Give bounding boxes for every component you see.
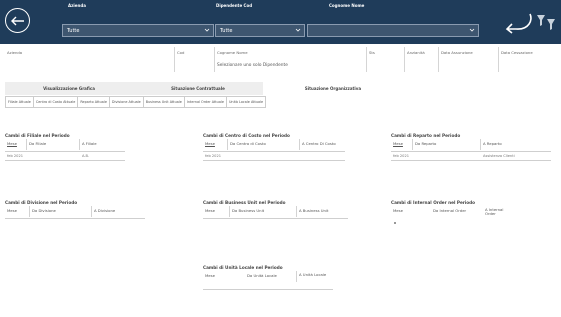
azienda-filter-dropdown[interactable]: Tutte	[62, 24, 214, 37]
info-azienda-cell: Azienda	[5, 47, 175, 72]
col-header-mese[interactable]: Mese	[203, 206, 230, 217]
col-header-mese[interactable]: Mese	[203, 139, 228, 150]
back-button[interactable]	[5, 8, 30, 33]
info-cod-label: Cod	[177, 50, 185, 55]
row-divider	[5, 160, 125, 161]
info-data-cessazione-cell: Data Cessazione	[499, 47, 559, 72]
employee-info-row: Azienda Cod Cognome Nome Selezionare uno…	[5, 47, 559, 72]
top-filter-bar: Azienda Tutte Dipendente Cod Tutte Cogno…	[0, 0, 561, 44]
row-divider	[203, 160, 345, 161]
select-employee-message: Selezionare uno solo Dipendente	[217, 63, 288, 68]
panel-title: Cambi di Internal Order nel Periodo	[391, 200, 476, 205]
back-arrow-icon	[10, 16, 24, 25]
col-header-mese[interactable]: Mese	[5, 139, 27, 150]
col-header-da[interactable]: Da Divisione	[30, 206, 92, 217]
tab-situazione-contrattuale[interactable]: Situazione Contrattuale	[133, 82, 263, 95]
panel-title: Cambi di Centro di Costo nel Periodo	[203, 133, 290, 138]
table-row-mese: feb 2021	[7, 154, 24, 158]
row-divider	[391, 160, 551, 161]
panel-title: Cambi di Reparto nel Periodo	[391, 133, 461, 138]
col-header-da[interactable]: Da Unità Locale	[245, 271, 297, 282]
panel-cambi-reparto: Cambi di Reparto nel Periodo Mese Da Rep…	[391, 133, 551, 173]
info-cod-cell: Cod	[175, 47, 215, 72]
info-data-assunzione-label: Data Assunzione	[441, 50, 473, 55]
col-header-mese[interactable]: Mese	[391, 139, 413, 150]
panel-cambi-unita-locale: Cambi di Unità Locale nel Periodo Mese D…	[203, 265, 333, 295]
table-row-a: Assistenza Clienti	[483, 154, 515, 158]
sort-indicator	[394, 222, 396, 224]
table-row-a: A.B.	[82, 154, 90, 158]
col-header-a[interactable]: A Reparto	[481, 139, 551, 150]
col-header-a[interactable]: A Business Unit	[297, 206, 348, 217]
col-header-a[interactable]: A Internal Order	[483, 206, 509, 224]
tab-situazione-organizzativa[interactable]: Situazione Organizzativa	[263, 82, 403, 95]
cognome-nome-filter-label: Cognome Nome	[329, 3, 365, 8]
subtab-unita-locale-attuale[interactable]: Unità Locale Attuale	[225, 96, 267, 108]
col-header-da[interactable]: Da Reparto	[413, 139, 481, 150]
info-cognome-nome-cell: Cognome Nome Selezionare uno solo Dipend…	[215, 47, 367, 72]
panel-cambi-centro-di-costo: Cambi di Centro di Costo nel Periodo Mes…	[203, 133, 345, 173]
col-header-a[interactable]: A Divisione	[92, 206, 145, 217]
header-divider	[391, 151, 551, 152]
col-header-a[interactable]: A Filiale	[80, 139, 125, 150]
header-divider	[203, 151, 345, 152]
col-header-da[interactable]: Da Business Unit	[230, 206, 297, 217]
panel-cambi-filiale: Cambi di Filiale nel Periodo Mese Da Fil…	[5, 133, 125, 173]
col-header-da[interactable]: Da Filiale	[27, 139, 80, 150]
panel-title: Cambi di Business Unit nel Periodo	[203, 200, 286, 205]
col-header-a[interactable]: A Centro Di Costo	[300, 139, 345, 150]
panel-title: Cambi di Filiale nel Periodo	[5, 133, 70, 138]
dipendente-cod-filter-label: Dipendente Cod	[216, 3, 253, 8]
chevron-down-icon	[204, 28, 210, 32]
panel-cambi-divisione: Cambi di Divisione nel Periodo Mese Da D…	[5, 200, 145, 230]
info-cognome-nome-label: Cognome Nome	[217, 50, 248, 55]
clear-filters-icon[interactable]	[536, 13, 556, 31]
panel-cambi-internal-order: Cambi di Internal Order nel Periodo Mese…	[391, 200, 521, 234]
chevron-down-icon	[469, 28, 475, 32]
header-divider	[203, 289, 333, 290]
header-divider	[203, 218, 348, 219]
col-header-a[interactable]: A Unità Locale	[297, 271, 333, 289]
info-anzianita-label: Anzianità	[407, 50, 425, 55]
sub-tabs: Filiale Attuale Centro di Costo Attuale …	[5, 96, 267, 108]
subtab-filiale-attuale[interactable]: Filiale Attuale	[5, 96, 34, 108]
table-row-mese: feb 2021	[393, 154, 410, 158]
subtab-divisione-attuale[interactable]: Divisione Attuale	[108, 96, 144, 108]
subtab-centro-di-costo-attuale[interactable]: Centro di Costo Attuale	[32, 96, 79, 108]
azienda-filter-value: Tutte	[67, 28, 80, 34]
info-data-cessazione-label: Data Cessazione	[501, 50, 533, 55]
subtab-reparto-attuale[interactable]: Reparto Attuale	[77, 96, 110, 108]
tab-visualizzazione-grafica[interactable]: Visualizzazione Grafica	[5, 82, 133, 95]
info-data-assunzione-cell: Data Assunzione	[439, 47, 499, 72]
subtab-internal-order-attuale[interactable]: Internal Order Attuale	[183, 96, 227, 108]
info-azienda-label: Azienda	[7, 50, 23, 55]
info-sts-label: Sts	[369, 50, 375, 55]
info-sts-cell: Sts	[367, 47, 405, 72]
col-header-da[interactable]: Da Centro di Costo	[228, 139, 300, 150]
dipendente-cod-filter-dropdown[interactable]: Tutte	[215, 24, 305, 37]
subtab-business-unit-attuale[interactable]: Business Unit Attuale	[142, 96, 185, 108]
panel-title: Cambi di Unità Locale nel Periodo	[203, 265, 283, 270]
table-row-mese: feb 2021	[205, 154, 222, 158]
col-header-mese[interactable]: Mese	[5, 206, 30, 217]
header-divider	[5, 218, 145, 219]
header-divider	[5, 151, 125, 152]
info-anzianita-cell: Anzianità	[405, 47, 439, 72]
azienda-filter-label: Azienda	[68, 3, 86, 8]
cognome-nome-filter-dropdown[interactable]	[307, 24, 479, 37]
return-arrow-icon[interactable]	[504, 10, 534, 34]
col-header-mese[interactable]: Mese	[391, 206, 431, 217]
dipendente-cod-filter-value: Tutte	[220, 28, 233, 34]
panel-title: Cambi di Divisione nel Periodo	[5, 200, 78, 205]
col-header-mese[interactable]: Mese	[203, 271, 245, 282]
col-header-da[interactable]: Da Internal Order	[431, 206, 483, 217]
panel-cambi-business-unit: Cambi di Business Unit nel Periodo Mese …	[203, 200, 348, 230]
chevron-down-icon	[295, 28, 301, 32]
